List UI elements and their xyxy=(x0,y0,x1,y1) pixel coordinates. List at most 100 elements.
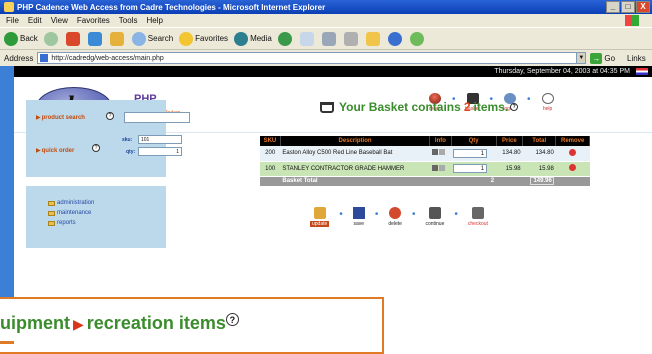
quick-order-label: ▶quick order xyxy=(36,148,75,154)
row-description[interactable]: Easton Alloy C500 Red Line Baseball Bat xyxy=(280,146,430,162)
refresh-button[interactable] xyxy=(87,31,104,46)
row-qty: 1 xyxy=(451,161,497,177)
breadcrumb-recreation[interactable]: recreation items xyxy=(87,313,226,333)
total-label: Basket Total xyxy=(280,176,430,187)
menu-view[interactable]: View xyxy=(51,16,68,25)
folder-icon xyxy=(48,210,55,216)
qty-field[interactable]: 1 xyxy=(453,148,488,158)
save-label: save xyxy=(353,221,365,227)
cart-icon xyxy=(320,101,334,113)
nav-help[interactable]: help xyxy=(537,93,559,112)
refresh-icon xyxy=(87,31,102,46)
page-icon xyxy=(40,54,49,62)
address-label: Address xyxy=(4,53,34,63)
search-button[interactable]: Search xyxy=(131,31,174,46)
forward-button[interactable] xyxy=(43,31,60,46)
folder-icon xyxy=(365,31,380,46)
basket-count: 2 xyxy=(463,100,471,114)
menu-edit[interactable]: Edit xyxy=(28,16,42,25)
basket-help-icon[interactable]: ? xyxy=(510,103,519,111)
menu-file[interactable]: File xyxy=(6,16,19,25)
research-button[interactable] xyxy=(387,31,404,46)
media-label: Media xyxy=(250,34,272,43)
address-dropdown-button[interactable]: ▼ xyxy=(576,52,587,64)
menu-favorites[interactable]: Favorites xyxy=(77,16,110,25)
breadcrumb-equipment[interactable]: uipment xyxy=(0,313,70,333)
menu-tools[interactable]: Tools xyxy=(119,16,138,25)
links-button[interactable]: Links xyxy=(627,54,646,63)
menu-administration[interactable]: administration xyxy=(48,200,94,206)
row-total: 15.98 xyxy=(522,161,556,177)
row-remove xyxy=(555,146,590,162)
qty-field[interactable]: 1 xyxy=(453,164,488,173)
edit-icon xyxy=(343,31,358,46)
basket-actions: update • save • delete • continue • chec… xyxy=(310,207,488,227)
delete-label: delete xyxy=(388,221,402,227)
detail-icon[interactable] xyxy=(438,149,445,156)
qty-input[interactable]: 1 xyxy=(138,147,182,156)
edit-button[interactable] xyxy=(343,31,360,46)
left-stripe xyxy=(0,66,14,306)
messenger-button[interactable] xyxy=(409,31,426,46)
action-separator: • xyxy=(339,209,343,220)
remove-icon[interactable] xyxy=(569,164,577,171)
stop-button[interactable] xyxy=(65,31,82,46)
save-button[interactable]: save xyxy=(352,207,365,227)
date-bar: Thursday, September 04, 2003 at 04:35 PM xyxy=(14,66,652,77)
detail-icon[interactable] xyxy=(438,164,445,171)
row-price: 15.98 xyxy=(496,161,523,177)
info-icon[interactable] xyxy=(431,149,438,156)
address-url: http://cadredg/web-access/main.php xyxy=(51,54,164,62)
nav-separator: • xyxy=(527,94,531,105)
continue-button[interactable]: continue xyxy=(425,207,444,227)
window-title: PHP Cadence Web Access from Cadre Techno… xyxy=(17,2,326,12)
history-button[interactable] xyxy=(277,31,294,46)
back-label: Back xyxy=(20,34,38,43)
menu-maintenance[interactable]: maintenance xyxy=(48,210,91,216)
menu-reports[interactable]: reports xyxy=(48,220,76,226)
minimize-button[interactable]: _ xyxy=(606,1,620,13)
go-button[interactable]: → Go xyxy=(590,52,615,64)
info-icon[interactable] xyxy=(431,164,438,171)
windows-logo-icon xyxy=(625,15,639,26)
sku-input[interactable]: 101 xyxy=(138,135,182,144)
search-label: Search xyxy=(147,34,174,43)
remove-icon[interactable] xyxy=(569,148,577,156)
address-input[interactable]: http://cadredg/web-access/main.php xyxy=(37,52,578,64)
product-search-input[interactable] xyxy=(124,112,190,123)
print-button[interactable] xyxy=(321,31,338,46)
update-button[interactable]: update xyxy=(310,207,330,227)
row-info xyxy=(429,146,452,162)
flag-icon xyxy=(636,68,648,75)
row-description[interactable]: STANLEY CONTRACTOR GRADE HAMMER xyxy=(280,161,430,177)
folder-icon xyxy=(48,220,55,226)
zoom-callout: uipment ▶ recreation items? xyxy=(0,297,384,354)
back-button[interactable]: Back xyxy=(4,31,38,46)
row-price: 134.80 xyxy=(496,146,523,162)
action-separator: • xyxy=(454,209,458,220)
col-info: Info xyxy=(429,136,452,146)
close-button[interactable]: X xyxy=(636,1,650,13)
basket-suffix: items. xyxy=(473,100,509,114)
research-icon xyxy=(387,31,402,46)
row-total: 134.80 xyxy=(522,146,556,162)
table-header-row: SKU Description Info Qty Price Total Rem… xyxy=(260,136,590,146)
basket-heading: Your Basket contains 2 items. ? xyxy=(320,100,519,114)
quick-order-help-icon[interactable]: ? xyxy=(92,141,100,152)
col-remove: Remove xyxy=(555,136,590,146)
maximize-button[interactable]: □ xyxy=(621,1,635,13)
mail-button[interactable] xyxy=(299,31,316,46)
checkout-button[interactable]: checkout xyxy=(468,207,488,227)
favorites-button[interactable]: Favorites xyxy=(179,31,228,46)
product-search-label: ▶product search xyxy=(36,115,85,121)
home-button[interactable] xyxy=(109,31,126,46)
basket-prefix: Your Basket contains xyxy=(339,100,461,114)
nav-help-label: help xyxy=(542,106,553,112)
product-search-help-icon[interactable]: ? xyxy=(106,109,114,120)
media-button[interactable]: Media xyxy=(234,31,272,46)
media-icon xyxy=(234,31,249,46)
breadcrumb-help-icon[interactable]: ? xyxy=(225,313,239,326)
folder-button[interactable] xyxy=(365,31,382,46)
menu-help[interactable]: Help xyxy=(146,16,162,25)
delete-button[interactable]: delete xyxy=(388,207,402,227)
